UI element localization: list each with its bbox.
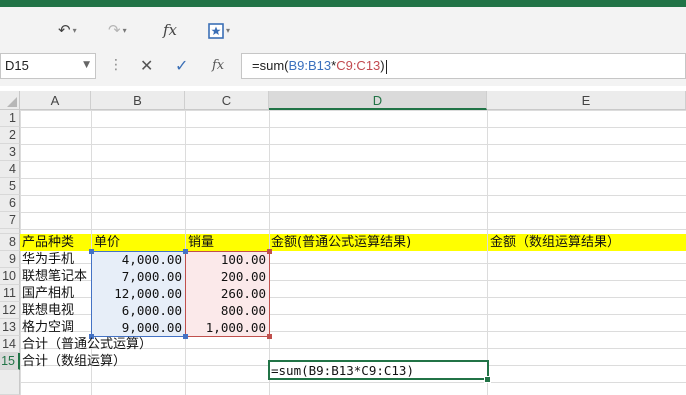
chevron-down-icon[interactable]: ▾	[73, 26, 77, 35]
row-header-14[interactable]: 14	[0, 336, 20, 353]
name-box[interactable]: D15 ▼	[0, 53, 96, 79]
chevron-down-icon[interactable]: ▾	[123, 26, 127, 35]
undo-icon[interactable]: ↶ ▾	[58, 21, 77, 40]
insert-function-button[interactable]: fx	[212, 57, 224, 75]
row-header-11[interactable]: 11	[0, 285, 20, 302]
formula-input[interactable]: =sum(B9:B13*C9:C13)	[241, 53, 686, 79]
column-header-a[interactable]: A	[20, 91, 91, 110]
cell-a8[interactable]: 产品种类	[22, 234, 74, 251]
enter-icon[interactable]: ✓	[175, 57, 188, 75]
quick-access-toolbar: ↶ ▾ ↷ ▾ fx ▾	[0, 7, 686, 45]
cancel-icon[interactable]: ✕	[140, 57, 153, 75]
column-header-e[interactable]: E	[487, 91, 686, 110]
formula-ref-b: B9:B13	[288, 58, 332, 73]
range-border-b	[91, 251, 186, 337]
cell-a10[interactable]: 联想笔记本	[22, 268, 87, 285]
cell-a12[interactable]: 联想电视	[22, 302, 74, 319]
cell-a9[interactable]: 华为手机	[22, 251, 74, 268]
row-header-8-top	[0, 229, 20, 234]
name-box-value: D15	[5, 58, 29, 73]
cell-a13[interactable]: 格力空调	[22, 319, 74, 336]
cell-a11[interactable]: 国产相机	[22, 285, 74, 302]
row-header-1[interactable]: 1	[0, 110, 20, 127]
row-header-6[interactable]: 6	[0, 195, 20, 212]
cell-a15[interactable]: 合计（数组运算）	[22, 353, 126, 370]
column-header-d[interactable]: D	[269, 91, 487, 110]
select-all-button[interactable]	[0, 91, 20, 110]
row-header-8[interactable]: 8	[0, 234, 20, 251]
row-header-2[interactable]: 2	[0, 127, 20, 144]
insert-function-button[interactable]: fx	[163, 21, 177, 39]
formula-ref-c: C9:C13	[336, 58, 381, 73]
spreadsheet-grid[interactable]: A B C D E 1 2 3 4 5 6 7 8 9 10 11 12 13 …	[0, 91, 686, 395]
range-handle[interactable]	[267, 249, 272, 254]
cell-e8[interactable]: 金额（数组运算结果）	[490, 234, 620, 251]
cell-b8[interactable]: 单价	[94, 234, 120, 251]
row-header-3[interactable]: 3	[0, 144, 20, 161]
title-bar-strip	[0, 0, 686, 7]
redo-icon[interactable]: ↷ ▾	[108, 21, 127, 40]
row-header-15[interactable]: 15	[0, 353, 20, 370]
column-header-b[interactable]: B	[91, 91, 185, 110]
active-cell-text[interactable]: =sum(B9:B13*C9:C13)	[271, 362, 414, 379]
range-handle[interactable]	[89, 249, 94, 254]
row-header-10[interactable]: 10	[0, 268, 20, 285]
formula-prefix: =sum(	[252, 58, 289, 73]
gridline	[487, 110, 488, 395]
chevron-down-icon[interactable]: ▾	[226, 26, 230, 35]
chevron-down-icon[interactable]: ▼	[83, 60, 90, 70]
cell-a14[interactable]: 合计（普通公式运算）	[22, 336, 152, 353]
range-handle[interactable]	[183, 334, 188, 339]
formula-suffix: )	[380, 58, 385, 73]
row-header-9[interactable]: 9	[0, 251, 20, 268]
row-header-16[interactable]	[0, 370, 20, 395]
row-header-13[interactable]: 13	[0, 319, 20, 336]
range-handle[interactable]	[267, 334, 272, 339]
form-icon[interactable]: ▾	[208, 21, 230, 40]
row-header-12[interactable]: 12	[0, 302, 20, 319]
text-cursor	[385, 59, 387, 74]
row-header-5[interactable]: 5	[0, 178, 20, 195]
row-header-7[interactable]: 7	[0, 212, 20, 229]
column-header-c[interactable]: C	[185, 91, 269, 110]
more-options-icon[interactable]: ⋮	[109, 55, 123, 75]
fill-handle[interactable]	[484, 376, 491, 383]
range-handle[interactable]	[183, 249, 188, 254]
row-header-4[interactable]: 4	[0, 161, 20, 178]
formula-text: =sum(B9:B13*C9:C13)	[252, 58, 387, 74]
range-border-c	[185, 251, 270, 337]
cell-d8[interactable]: 金额(普通公式运算结果)	[271, 234, 411, 251]
cell-c8[interactable]: 销量	[188, 234, 214, 251]
